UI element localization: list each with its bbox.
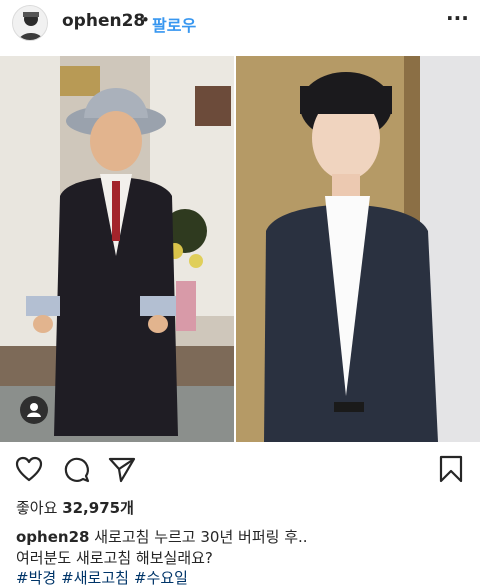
heart-icon [15, 456, 43, 482]
save-button[interactable] [436, 454, 466, 484]
comment-icon [64, 457, 90, 483]
post-photo[interactable] [0, 56, 480, 442]
author-username[interactable]: ophen28 [62, 11, 145, 31]
avatar[interactable] [12, 5, 48, 41]
more-options-button[interactable]: ··· [446, 6, 469, 30]
post-photo-illustration [0, 56, 480, 442]
likes-number: 32,975개 [62, 499, 134, 517]
hashtag-list: #박경 #새로고침 #수요일 [16, 567, 193, 588]
like-button[interactable] [14, 454, 44, 484]
avatar-image [13, 6, 47, 40]
separator-dot: • [141, 11, 150, 29]
hashtag-link[interactable]: #새로고침 [61, 569, 129, 587]
user-icon [27, 403, 41, 417]
caption-username[interactable]: ophen28 [16, 528, 89, 546]
hashtag-link[interactable]: #박경 [16, 569, 56, 587]
hashtag-link[interactable]: #수요일 [134, 569, 188, 587]
caption-text-1: 새로고침 누르고 30년 버퍼링 후.. [94, 528, 308, 546]
tagged-people-button[interactable] [20, 396, 48, 424]
paper-plane-icon [108, 457, 136, 483]
bookmark-icon [439, 455, 463, 483]
follow-button[interactable]: 팔로우 [152, 12, 196, 36]
caption-line-2: 여러분도 새로고침 해보실래요? [16, 547, 213, 568]
caption-line-1: ophen28 새로고침 누르고 30년 버퍼링 후.. [16, 526, 308, 547]
comment-button[interactable] [61, 454, 91, 484]
post-header: ophen28 • 팔로우 ··· [0, 0, 480, 46]
caption-text-2: 여러분도 새로고침 해보실래요? [16, 549, 213, 567]
likes-label: 좋아요 [16, 499, 58, 517]
likes-count[interactable]: 좋아요 32,975개 [16, 497, 134, 518]
share-button[interactable] [107, 454, 137, 484]
action-bar [0, 450, 480, 490]
